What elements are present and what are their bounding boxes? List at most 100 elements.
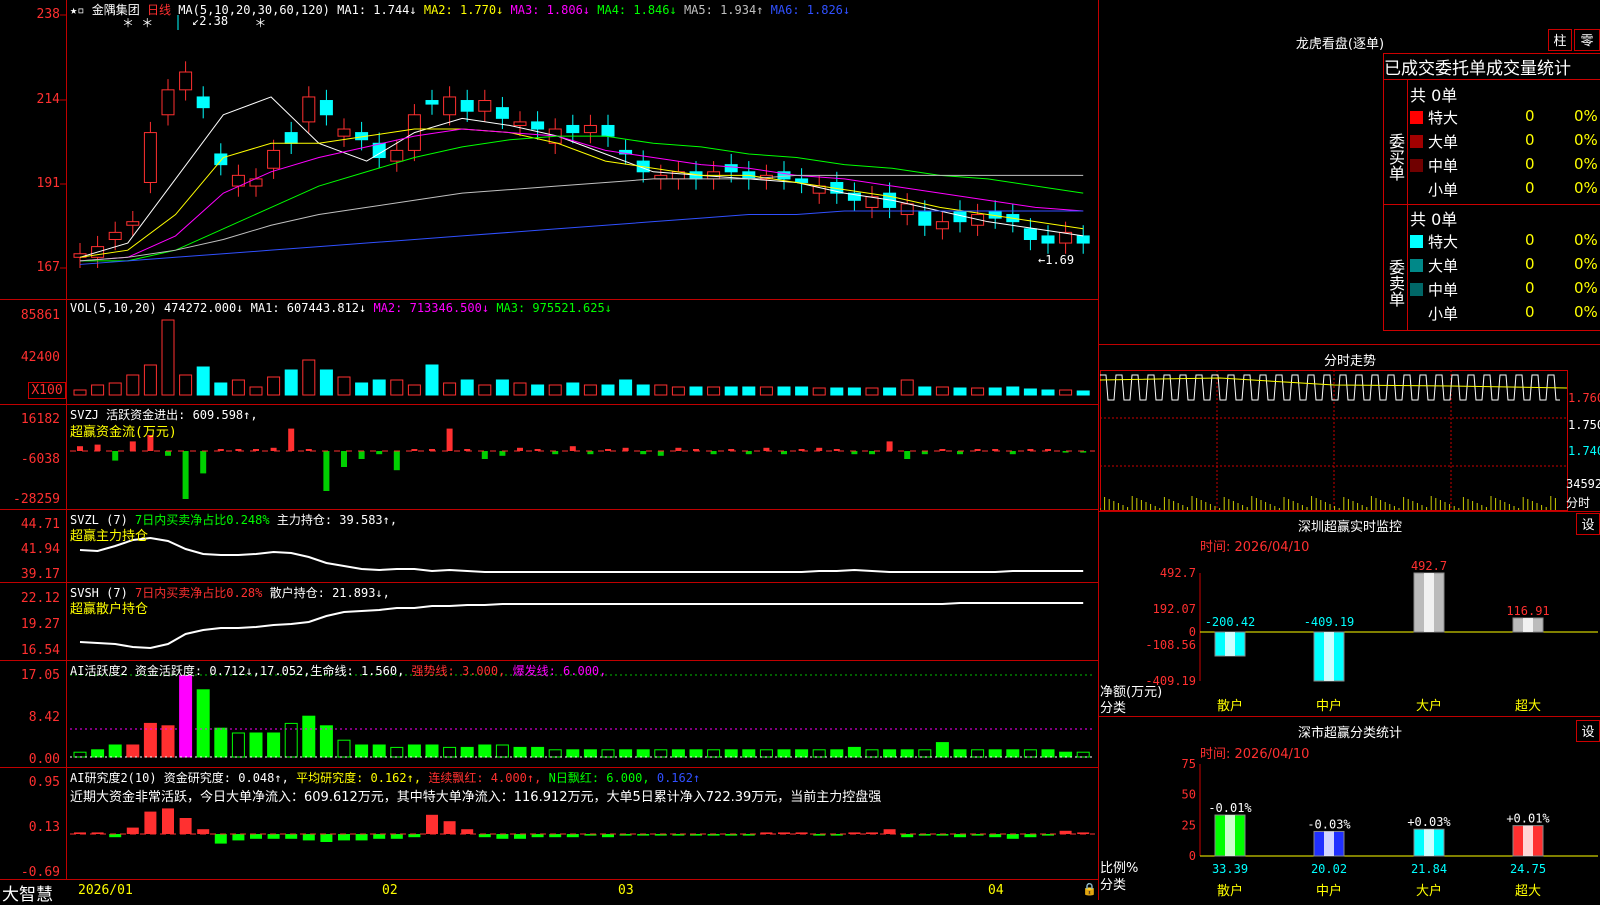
- lhb-buy-row: 特大 0 0%: [1410, 107, 1600, 128]
- ai-activity-bar: [636, 749, 650, 758]
- ai-activity-bar: [583, 749, 597, 758]
- volume-bar: [689, 386, 703, 396]
- volume-bar: [988, 387, 1002, 396]
- bar-highlight: [1523, 825, 1533, 856]
- candle-body: [319, 100, 333, 116]
- moving-average-lines: [79, 96, 1084, 265]
- ai-research-bar: [355, 834, 368, 841]
- ai-activity-bar: [1041, 749, 1055, 758]
- volume-bar: [390, 379, 404, 396]
- date-tick: 04: [988, 883, 1004, 898]
- category-label: 散户: [1217, 883, 1243, 899]
- fund-flow-bar: [675, 447, 682, 451]
- svsh-sub: 超赢散户持仓: [70, 602, 149, 617]
- row-pct: 0%: [1574, 255, 1598, 273]
- candle-body: [143, 132, 157, 183]
- ai-research-bar: [883, 829, 896, 834]
- fund-flow-bar: [411, 449, 418, 451]
- event-markers[interactable]: ＊ ＊ ＊: [122, 14, 266, 31]
- ai-research-bar: [197, 829, 210, 834]
- row-name: 中单: [1428, 281, 1459, 299]
- row-name: 小单: [1428, 305, 1459, 323]
- ma-value-3: MA3: 1.806↓: [503, 3, 591, 17]
- volume-bar: [759, 386, 773, 396]
- zero-mode-button[interactable]: 零: [1574, 29, 1600, 51]
- svzl-tick: 44.71: [20, 517, 60, 532]
- candle-body: [126, 221, 140, 226]
- volume-bar: [619, 379, 633, 396]
- volume-bar: [777, 386, 791, 396]
- vol-tick: 85861: [20, 308, 60, 323]
- bar-highlight: [1424, 573, 1434, 633]
- ai-research-bar: [285, 834, 298, 839]
- row-count: 0: [1525, 131, 1535, 149]
- sz-monitor-chart[interactable]: 492.7192.070-108.56-409.19-200.42散户-409.…: [1100, 555, 1600, 715]
- row-count: 0: [1525, 255, 1535, 273]
- fenshi-title: 分时走势: [1323, 354, 1376, 369]
- candle-body: [583, 124, 597, 134]
- volume-bar: [548, 384, 562, 396]
- volume-bar: [654, 384, 668, 396]
- fund-flow-bar: [376, 451, 383, 455]
- candle-body: [935, 221, 949, 230]
- ai-activity-bar: [724, 749, 738, 758]
- ai-research-bar: [1006, 834, 1019, 839]
- row-pct: 0%: [1574, 279, 1598, 297]
- fenshi-chart[interactable]: [1100, 370, 1600, 511]
- volume-bar: [355, 382, 369, 396]
- ai-research-bar: [214, 834, 227, 844]
- volume-bar: [91, 384, 105, 396]
- value-label: +0.01%: [1506, 812, 1550, 826]
- ai-research-bar: [179, 818, 192, 834]
- candle-body: [196, 96, 210, 109]
- candle-body: [302, 96, 316, 123]
- ai-activity-bar: [759, 749, 773, 758]
- ma-value-1: MA1: 1.744↓: [337, 3, 417, 17]
- vol-unit-button[interactable]: X100: [28, 382, 66, 399]
- candle-body: [900, 203, 914, 216]
- volume-bar: [971, 387, 985, 396]
- vol-tick: 42400: [20, 350, 60, 365]
- date-tick: 03: [618, 883, 634, 898]
- candle-body: [1076, 235, 1090, 244]
- row-pct: 0%: [1574, 231, 1598, 249]
- volume-bar: [636, 384, 650, 396]
- lhb-sell-row: 小单 0 0%: [1410, 303, 1600, 324]
- low-price-note: ←1.69: [1038, 253, 1075, 267]
- volume-bar: [161, 319, 175, 396]
- candlestick-series: [73, 15, 1090, 268]
- candle-body: [337, 128, 351, 137]
- lhb-sell-row: 大单 0 0%: [1410, 255, 1600, 276]
- sz-monitor-settings-button[interactable]: 设: [1576, 513, 1600, 535]
- volume-bar: [319, 369, 333, 396]
- volume-bar: [425, 364, 439, 396]
- color-swatch: [1410, 159, 1423, 172]
- ai-activity-bar: [495, 744, 509, 758]
- candle-body: [179, 71, 193, 91]
- ai-activity-bar: [865, 749, 879, 758]
- ai-research-bar: [338, 834, 350, 841]
- value-label: -0.03%: [1307, 817, 1351, 831]
- candle-body: [267, 149, 281, 169]
- fenshi-vol-unit: 分时: [1566, 496, 1591, 510]
- category-label: 中户: [1316, 883, 1342, 899]
- fenshi-tick: 1.750: [1568, 418, 1600, 432]
- bar-mode-button[interactable]: 柱: [1548, 29, 1572, 51]
- lhb-sell-row: 特大 0 0%: [1410, 231, 1600, 252]
- ai-research-bar: [320, 834, 333, 842]
- price-tick: 214: [36, 92, 60, 107]
- sz-class-chart[interactable]: 75 50 25 0 -0.01% 散户 -0.03% 中户 +0.03% 大户 +0.01% 超大 3…: [1100, 758, 1600, 900]
- value-label: +0.03%: [1407, 815, 1451, 829]
- volume-bar: [513, 382, 527, 396]
- ai-activity-bar: [795, 749, 809, 758]
- fund-flow-bar: [640, 451, 647, 455]
- sz-class-settings-button[interactable]: 设: [1576, 720, 1600, 742]
- lock-icon[interactable]: 🔒: [1082, 882, 1097, 896]
- ai-activity-bar: [390, 746, 404, 758]
- ai-research-bar: [373, 834, 386, 839]
- volume-bar: [372, 379, 386, 396]
- date-tick: 02: [382, 883, 398, 898]
- vol-header: VOL(5,10,20) 474272.000↓ MA1: 607443.812…: [70, 301, 612, 315]
- sell-total: 共 0单: [1410, 210, 1458, 229]
- ma-value-2: MA2: 1.770↓: [416, 3, 504, 17]
